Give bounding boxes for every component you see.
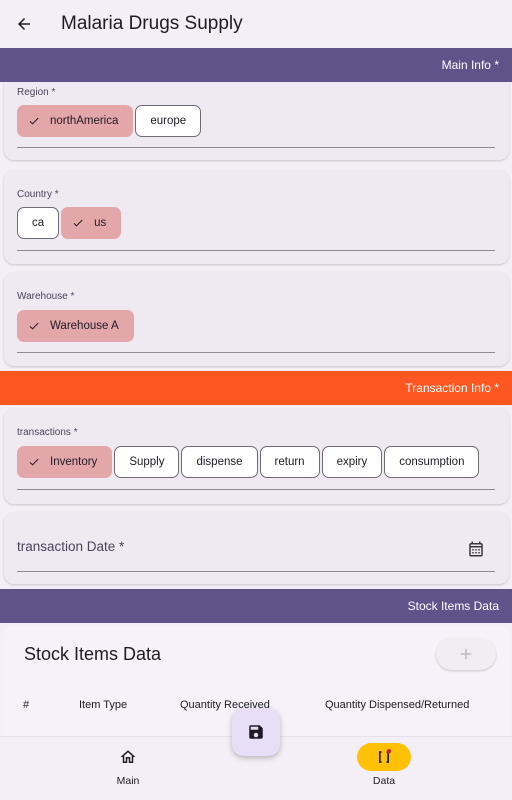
stock-items-title: Stock Items Data	[24, 644, 162, 664]
chip-transaction-inventory[interactable]: Inventory	[17, 446, 113, 478]
chip-label: us	[94, 217, 107, 229]
transactions-chips: Inventory Supply dispense return expiry …	[17, 446, 480, 478]
nav-item-data[interactable]: Data	[339, 743, 429, 787]
nav-label-main: Main	[116, 775, 140, 787]
calendar-icon[interactable]	[467, 540, 485, 558]
warehouse-underline	[17, 352, 495, 353]
transaction-info-header: Transaction Info *	[0, 371, 512, 405]
chip-transaction-supply[interactable]: Supply	[114, 446, 180, 478]
transaction-date-underline	[17, 571, 495, 572]
chip-region-north-america[interactable]: northAmerica	[17, 105, 134, 137]
chip-country-ca[interactable]: ca	[17, 207, 60, 239]
region-underline	[17, 147, 495, 148]
country-chips: ca us	[17, 207, 122, 239]
warehouse-card: Warehouse * Warehouse A	[4, 272, 509, 366]
chip-label: Supply	[129, 456, 165, 468]
save-icon	[249, 725, 263, 739]
check-icon	[72, 217, 84, 229]
home-icon	[120, 750, 136, 763]
main-info-header-label: Main Info *	[441, 58, 499, 72]
arrow-back-icon	[18, 18, 30, 30]
transactions-underline	[17, 489, 495, 490]
region-card: Region * northAmerica europe	[4, 82, 509, 160]
chip-label: europe	[150, 115, 187, 127]
stock-items-header: Stock Items Data	[0, 589, 512, 623]
chip-label: Warehouse A	[50, 320, 119, 332]
chip-transaction-return[interactable]: return	[259, 446, 320, 478]
add-item-button[interactable]	[436, 638, 496, 670]
chip-label: Inventory	[50, 456, 98, 468]
column-header-index: #	[23, 699, 30, 711]
transaction-date-label: transaction Date *	[17, 539, 125, 554]
column-header-item-type: Item Type	[79, 699, 128, 711]
nav-item-main[interactable]: Main	[83, 743, 173, 787]
column-header-quantity-dispensed: Quantity Dispensed/Returned	[325, 699, 470, 711]
nav-icon-container	[101, 743, 155, 771]
chip-label: dispense	[196, 456, 243, 468]
region-label: Region *	[17, 87, 56, 98]
nav-label-data: Data	[372, 775, 396, 787]
check-icon	[28, 115, 40, 127]
chip-region-europe[interactable]: europe	[135, 105, 202, 137]
transaction-info-header-label: Transaction Info *	[405, 381, 499, 395]
save-button[interactable]	[232, 708, 280, 756]
stock-items-header-label: Stock Items Data	[407, 599, 499, 613]
chip-transaction-dispense[interactable]: dispense	[181, 446, 258, 478]
check-icon	[28, 320, 40, 332]
country-card: Country * ca us	[4, 170, 509, 264]
chip-label: ca	[32, 217, 45, 229]
region-chips: northAmerica europe	[17, 105, 202, 137]
data-array-icon	[379, 749, 392, 763]
chip-label: northAmerica	[50, 115, 119, 127]
country-label: Country *	[17, 189, 59, 200]
chip-label: consumption	[399, 456, 465, 468]
page-title: Malaria Drugs Supply	[61, 13, 243, 34]
chip-transaction-expiry[interactable]: expiry	[321, 446, 383, 478]
check-icon	[28, 456, 40, 468]
transactions-card: transactions * Inventory Supply dispense…	[4, 408, 509, 504]
chip-transaction-consumption[interactable]: consumption	[384, 446, 480, 478]
plus-icon	[460, 648, 472, 660]
transactions-label: transactions *	[17, 427, 78, 438]
warehouse-label: Warehouse *	[17, 291, 75, 302]
app-bar: Malaria Drugs Supply	[0, 0, 512, 48]
warehouse-chips: Warehouse A	[17, 310, 134, 342]
chip-label: return	[274, 456, 305, 468]
chip-label: expiry	[336, 456, 368, 468]
chip-country-us[interactable]: us	[61, 207, 122, 239]
chip-warehouse-a[interactable]: Warehouse A	[17, 310, 134, 342]
main-info-header: Main Info *	[0, 48, 512, 82]
back-button[interactable]	[0, 0, 48, 48]
country-underline	[17, 250, 495, 251]
nav-icon-container-active	[357, 743, 411, 771]
transaction-date-field[interactable]: transaction Date *	[4, 512, 509, 584]
